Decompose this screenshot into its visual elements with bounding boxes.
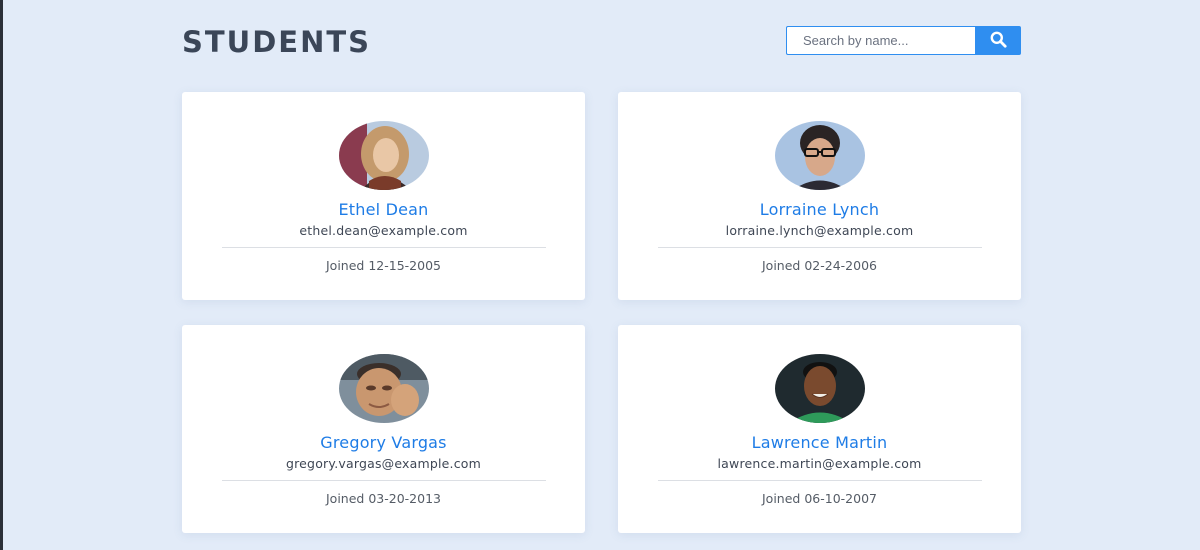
window-edge <box>0 0 3 550</box>
student-card: Ethel Dean ethel.dean@example.com Joined… <box>182 92 585 300</box>
avatar <box>775 354 865 423</box>
avatar <box>775 121 865 190</box>
student-email: lawrence.martin@example.com <box>717 456 922 471</box>
student-name[interactable]: Gregory Vargas <box>182 433 585 452</box>
student-name[interactable]: Lawrence Martin <box>618 433 1021 452</box>
search-bar <box>786 26 1021 55</box>
divider <box>658 480 982 481</box>
joined-date: Joined 02-24-2006 <box>762 258 877 273</box>
divider <box>658 247 982 248</box>
student-email: lorraine.lynch@example.com <box>725 223 914 238</box>
divider <box>222 480 546 481</box>
divider <box>222 247 546 248</box>
avatar <box>339 121 429 190</box>
student-email: gregory.vargas@example.com <box>285 456 482 471</box>
student-email: ethel.dean@example.com <box>299 223 468 238</box>
student-card: Lawrence Martin lawrence.martin@example.… <box>618 325 1021 533</box>
student-card: Gregory Vargas gregory.vargas@example.co… <box>182 325 585 533</box>
avatar <box>339 354 429 423</box>
search-button[interactable] <box>975 26 1021 55</box>
student-name[interactable]: Lorraine Lynch <box>618 200 1021 219</box>
search-input[interactable] <box>786 26 975 55</box>
search-icon <box>990 31 1007 51</box>
student-card: Lorraine Lynch lorraine.lynch@example.co… <box>618 92 1021 300</box>
page-title: STUDENTS <box>182 25 372 59</box>
joined-date: Joined 03-20-2013 <box>326 491 441 506</box>
joined-date: Joined 06-10-2007 <box>762 491 877 506</box>
joined-date: Joined 12-15-2005 <box>326 258 441 273</box>
student-name[interactable]: Ethel Dean <box>182 200 585 219</box>
